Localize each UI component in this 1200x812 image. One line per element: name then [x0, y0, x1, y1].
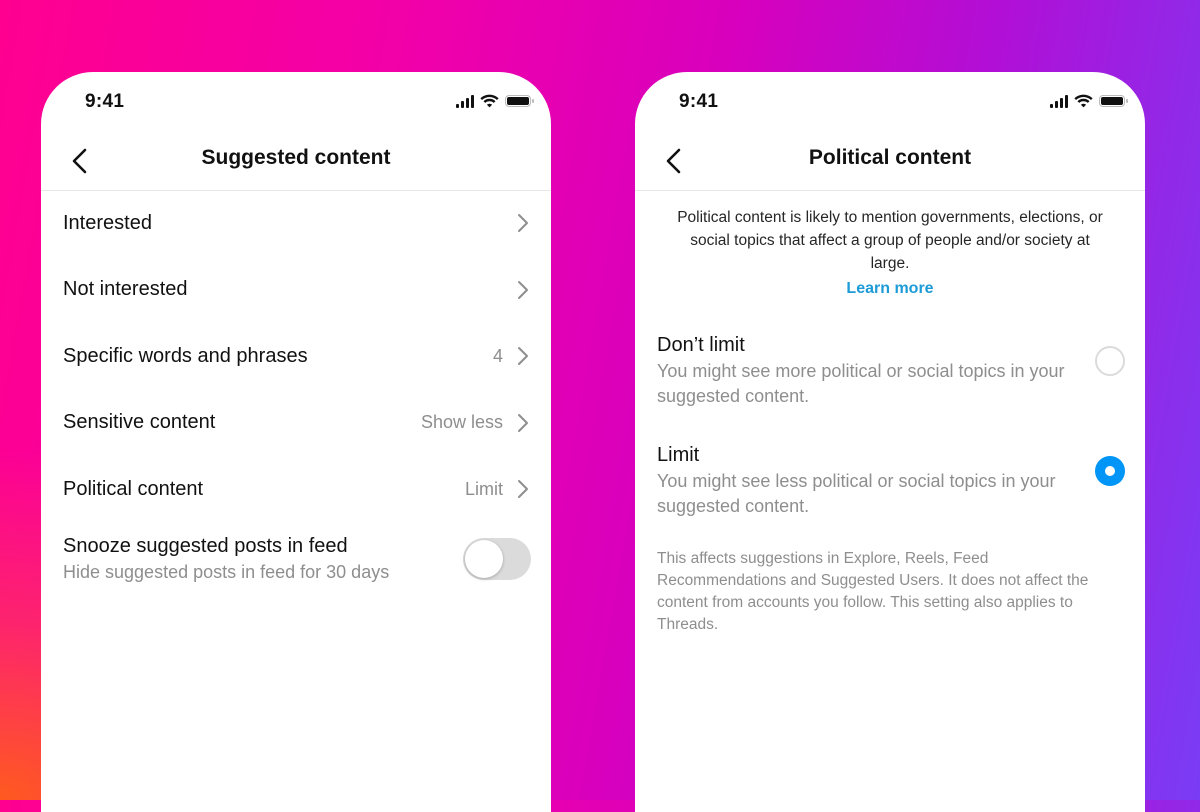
settings-list: Interested Not interested Specific words… [41, 190, 551, 583]
wifi-icon [1074, 94, 1093, 108]
option-description: You might see less political or social t… [657, 471, 1056, 516]
radio-limit-selected[interactable] [1095, 456, 1125, 486]
nav-bar: Political content [635, 132, 1145, 191]
nav-bar: Suggested content [41, 132, 551, 191]
cellular-signal-icon [456, 94, 474, 108]
chevron-right-icon [518, 347, 528, 366]
list-item-label: Specific words and phrases [63, 344, 308, 367]
status-bar: 9:41 [635, 72, 1145, 132]
political-content-screen: 9:41 Political content Political content… [635, 72, 1145, 812]
option-limit[interactable]: Limit You might see less political or so… [657, 444, 1125, 519]
list-item-value: Limit [464, 478, 503, 499]
option-description: You might see more political or social t… [657, 361, 1065, 406]
status-time: 9:41 [679, 91, 719, 112]
option-title: Don’t limit [657, 334, 745, 356]
status-time: 9:41 [85, 91, 125, 112]
list-item-specific-words[interactable]: Specific words and phrases 4 [41, 323, 551, 390]
settings-footnote: This affects suggestions in Explore, Ree… [657, 550, 1089, 633]
suggested-content-screen: 9:41 Suggested content Interested Not in… [41, 72, 551, 812]
cellular-signal-icon [1050, 94, 1068, 108]
list-item-label: Not interested [63, 278, 188, 301]
list-item-label: Political content [63, 477, 204, 500]
radio-dont-limit[interactable] [1095, 346, 1125, 376]
page-title: Suggested content [201, 146, 391, 169]
chevron-right-icon [518, 280, 528, 299]
option-dont-limit[interactable]: Don’t limit You might see more political… [657, 334, 1125, 409]
list-item-label: Sensitive content [63, 411, 216, 434]
wifi-icon [480, 94, 499, 108]
snooze-sublabel: Hide suggested posts in feed for 30 days [63, 561, 390, 582]
list-item-interested[interactable]: Interested [41, 190, 551, 257]
learn-more-link[interactable]: Learn more [635, 280, 1145, 298]
toggle-knob [465, 539, 503, 578]
status-bar: 9:41 [41, 72, 551, 132]
chevron-right-icon [518, 413, 528, 432]
page-title: Political content [808, 146, 972, 169]
option-title: Limit [657, 444, 700, 466]
list-item-sensitive-content[interactable]: Sensitive content Show less [41, 390, 551, 457]
list-item-not-interested[interactable]: Not interested [41, 257, 551, 324]
chevron-right-icon [518, 214, 528, 233]
battery-icon [505, 95, 534, 107]
battery-icon [1099, 95, 1128, 107]
political-content-description: Political content is likely to mention g… [677, 209, 1103, 272]
snooze-toggle[interactable] [463, 537, 531, 580]
list-item-value: Show less [420, 412, 503, 433]
snooze-label: Snooze suggested posts in feed [63, 534, 348, 557]
snooze-suggested-posts-row: Snooze suggested posts in feed Hide sugg… [41, 523, 551, 583]
list-item-political-content[interactable]: Political content Limit [41, 456, 551, 523]
list-item-value: 4 [492, 345, 503, 366]
chevron-right-icon [518, 480, 528, 499]
list-item-label: Interested [63, 211, 152, 234]
